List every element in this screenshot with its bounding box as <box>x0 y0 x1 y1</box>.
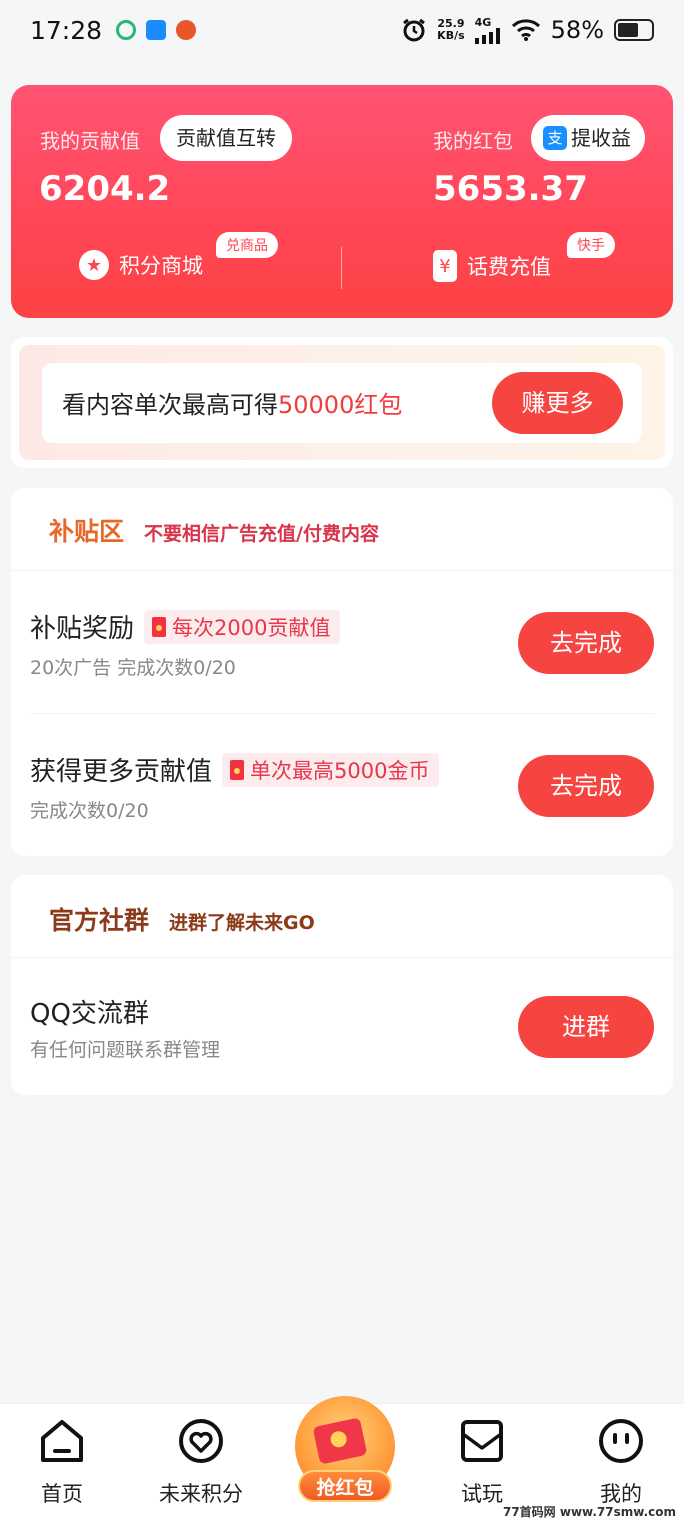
red-envelope-icon <box>152 616 167 637</box>
group-subtitle: 进群了解未来GO <box>169 912 315 934</box>
points-mall-label: 积分商城 <box>119 254 203 278</box>
red-envelope-icon <box>230 759 245 780</box>
qq-group-title: QQ交流群 <box>30 999 149 1029</box>
subsidy-section: 补贴区 不要相信广告充值/付费内容 补贴奖励 每次2000贡献值 20次广告 完… <box>11 488 673 856</box>
account-summary-card: 我的贡献值 贡献值互转 6204.2 我的红包 支 提收益 5653.37 ★ … <box>11 85 673 318</box>
star-icon: ★ <box>79 250 109 280</box>
tab-points[interactable]: 未来积分 <box>146 1418 256 1508</box>
home-icon <box>41 1420 83 1462</box>
tab-grab-redpacket-label: 抢红包 <box>298 1470 392 1502</box>
phone-recharge-label: 话费充值 <box>467 255 551 279</box>
signal-label: 4G <box>474 15 492 29</box>
withdraw-label: 提收益 <box>571 126 631 150</box>
yuan-card-icon: ¥ <box>433 250 457 282</box>
cellular-signal: 4G <box>474 15 501 44</box>
task-title-line: 获得更多贡献值 单次最高5000金币 <box>30 751 440 788</box>
tab-home-label: 首页 <box>41 1482 83 1506</box>
contribution-value: 6204.2 <box>39 169 171 209</box>
status-notification-icons <box>116 20 197 40</box>
task-title: 获得更多贡献值 <box>30 757 213 787</box>
contribution-swap-button[interactable]: 贡献值互转 <box>160 115 292 161</box>
net-speed-unit: KB/s <box>437 29 465 42</box>
promo-banner: 看内容单次最高可得50000红包 赚更多 <box>11 337 673 468</box>
points-mall-tag: 兑商品 <box>216 232 278 258</box>
tab-points-label: 未来积分 <box>159 1482 243 1506</box>
alarm-icon <box>403 18 426 42</box>
contribution-label: 我的贡献值 <box>40 129 140 153</box>
subsidy-title: 补贴区 <box>49 517 125 546</box>
net-speed: 25.9 KB/s <box>437 18 464 42</box>
reward-badge: 单次最高5000金币 <box>222 752 440 787</box>
mail-icon <box>461 1420 503 1462</box>
complete-task-button[interactable]: 去完成 <box>518 755 654 817</box>
battery-icon <box>614 19 654 41</box>
group-header: 官方社群 进群了解未来GO <box>49 901 315 937</box>
task-desc: 20次广告 完成次数0/20 <box>30 657 236 679</box>
phone-recharge-tag: 快手 <box>567 232 615 258</box>
alipay-icon: 支 <box>543 126 567 150</box>
tab-trial[interactable]: 试玩 <box>427 1418 537 1508</box>
promo-text: 看内容单次最高可得50000红包 <box>62 385 402 420</box>
signal-bars-icon <box>474 27 500 44</box>
subsidy-subtitle: 不要相信广告充值/付费内容 <box>144 523 379 545</box>
official-group-section: 官方社群 进群了解未来GO QQ交流群 有任何问题联系群管理 进群 <box>11 875 673 1095</box>
app-notification-icon <box>176 20 197 40</box>
bottom-tab-bar: 首页 未来积分 抢红包 试玩 我的 77首码网 www.77smw.com <box>0 1396 684 1524</box>
reward-badge-text: 每次2000贡献值 <box>172 615 331 640</box>
tab-grab-redpacket[interactable]: 抢红包 <box>290 1396 400 1508</box>
divider <box>11 957 673 958</box>
subsidy-header: 补贴区 不要相信广告充值/付费内容 <box>49 512 379 548</box>
promo-text-highlight: 50000红包 <box>278 391 403 419</box>
redpacket-label: 我的红包 <box>433 129 513 153</box>
complete-task-button[interactable]: 去完成 <box>518 612 654 674</box>
withdraw-button[interactable]: 支 提收益 <box>531 115 645 161</box>
face-icon <box>599 1419 643 1463</box>
reward-badge: 每次2000贡献值 <box>144 609 341 644</box>
divider <box>11 570 673 571</box>
task-row: 补贴奖励 每次2000贡献值 20次广告 完成次数0/20 去完成 <box>30 608 654 698</box>
tab-mine[interactable]: 我的 <box>566 1418 676 1508</box>
points-mall-link[interactable]: ★ 积分商城 <box>79 250 203 280</box>
status-time: 17:28 <box>30 15 103 45</box>
divider <box>30 713 654 714</box>
promo-banner-background: 看内容单次最高可得50000红包 赚更多 <box>19 345 665 460</box>
status-bar: 17:28 25.9 KB/s 4G 58% <box>0 0 684 60</box>
group-title: 官方社群 <box>49 906 150 935</box>
watermark: 77首码网 www.77smw.com <box>502 1505 676 1519</box>
app-notification-icon <box>146 20 167 40</box>
app-notification-icon <box>116 20 137 40</box>
hero-divider <box>341 247 342 289</box>
qq-group-desc: 有任何问题联系群管理 <box>30 1039 221 1061</box>
wifi-icon <box>511 19 540 41</box>
qq-group-row: QQ交流群 有任何问题联系群管理 进群 <box>30 993 654 1083</box>
promo-text-prefix: 看内容单次最高可得 <box>62 391 278 419</box>
battery-percent: 58% <box>550 16 604 44</box>
task-desc: 完成次数0/20 <box>30 800 149 822</box>
promo-banner-panel: 看内容单次最高可得50000红包 赚更多 <box>42 363 642 443</box>
task-title-line: 补贴奖励 每次2000贡献值 <box>30 608 341 645</box>
join-group-button[interactable]: 进群 <box>518 996 654 1058</box>
task-title: 补贴奖励 <box>30 614 135 644</box>
task-row: 获得更多贡献值 单次最高5000金币 完成次数0/20 去完成 <box>30 751 654 841</box>
earn-more-button[interactable]: 赚更多 <box>492 372 623 434</box>
reward-badge-text: 单次最高5000金币 <box>250 758 430 783</box>
redpacket-value: 5653.37 <box>433 169 588 209</box>
phone-recharge-link[interactable]: ¥ 话费充值 <box>433 250 551 282</box>
tab-home[interactable]: 首页 <box>7 1418 117 1508</box>
heart-circle-icon <box>179 1419 223 1463</box>
